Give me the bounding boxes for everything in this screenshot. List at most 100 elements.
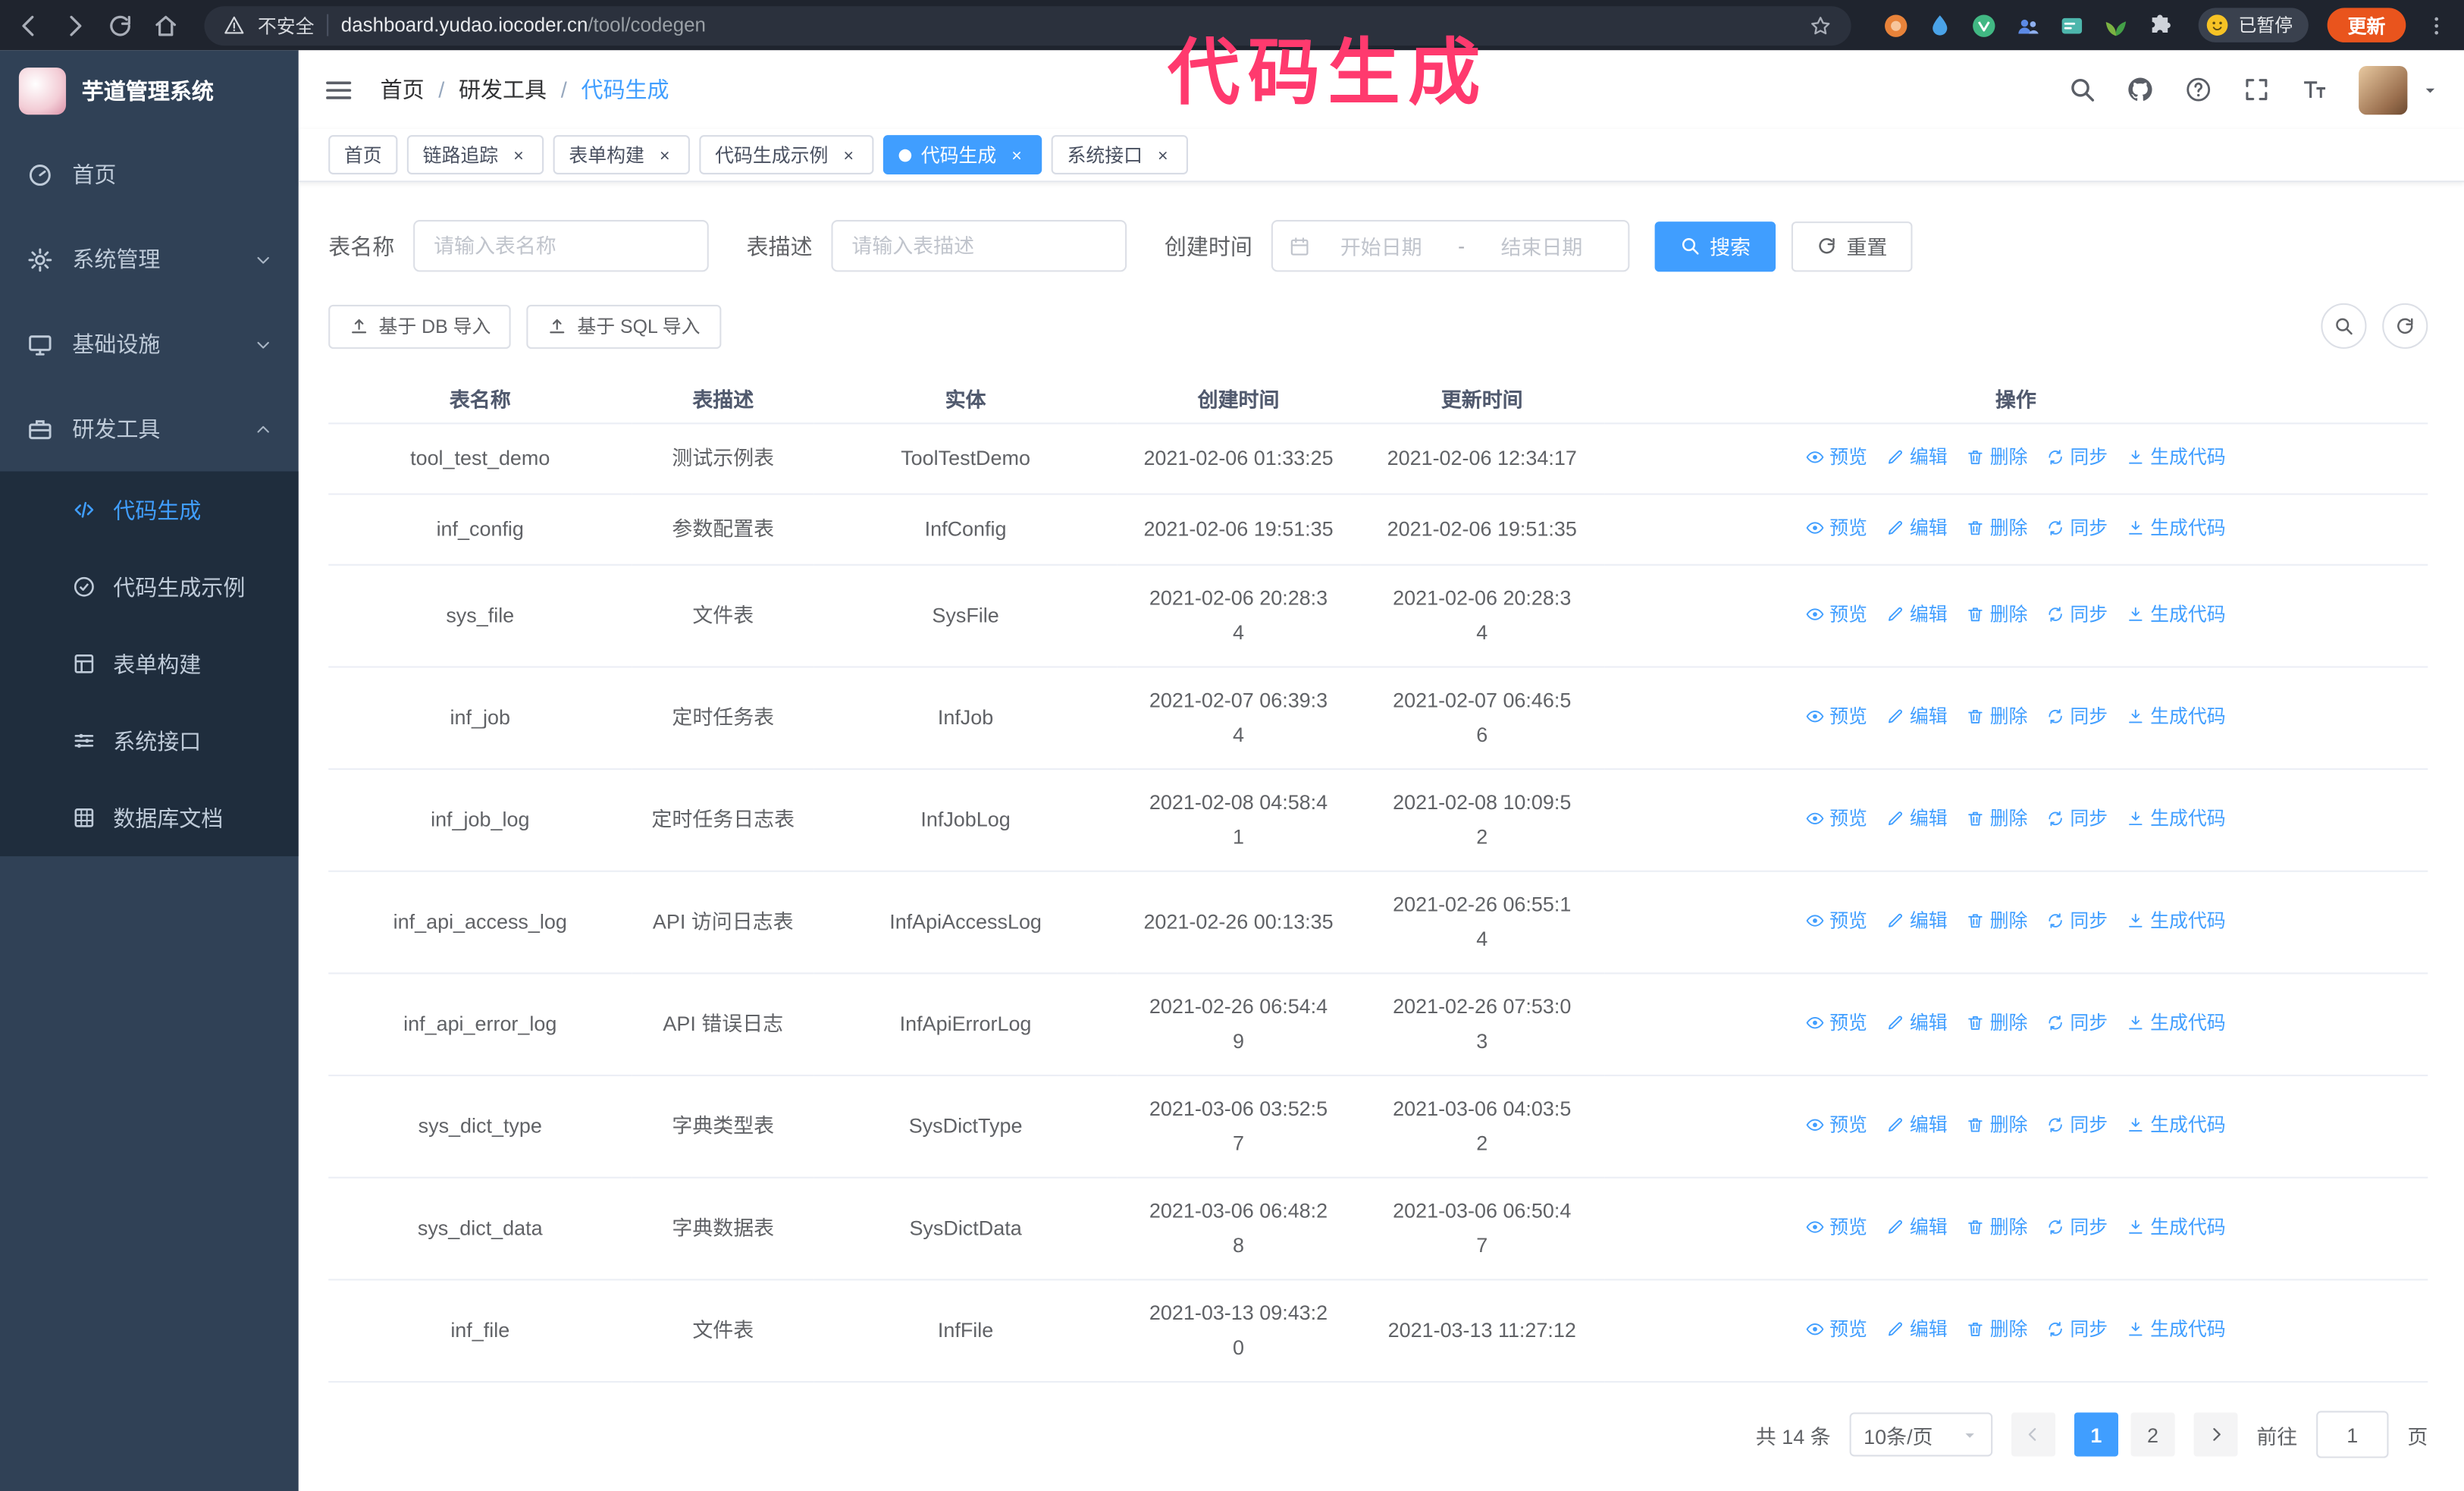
fullscreen-icon[interactable]: [2243, 75, 2271, 103]
profile-paused-badge[interactable]: 已暂停: [2199, 8, 2309, 42]
tab-codegen[interactable]: 代码生成: [882, 135, 1042, 174]
generate-code-link[interactable]: 生成代码: [2127, 903, 2226, 938]
edit-link[interactable]: 编辑: [1886, 699, 1948, 734]
sync-link[interactable]: 同步: [2046, 1210, 2108, 1245]
search-button[interactable]: 搜索: [1654, 221, 1776, 272]
sync-link[interactable]: 同步: [2046, 802, 2108, 837]
generate-code-link[interactable]: 生成代码: [2127, 1312, 2226, 1347]
chrome-menu-icon[interactable]: [2425, 14, 2448, 37]
generate-code-link[interactable]: 生成代码: [2127, 1210, 2226, 1245]
sidebar-item-db-doc[interactable]: 数据库文档: [0, 780, 299, 857]
tab-system-api[interactable]: 系统接口: [1051, 135, 1189, 174]
sidebar-item-codegen[interactable]: 代码生成: [0, 472, 299, 549]
generate-code-link[interactable]: 生成代码: [2127, 597, 2226, 632]
close-tab-button[interactable]: [508, 145, 528, 165]
preview-link[interactable]: 预览: [1806, 699, 1867, 734]
tab-tracer[interactable]: 链路追踪: [406, 135, 544, 174]
import-db-button[interactable]: 基于 DB 导入: [328, 303, 512, 348]
preview-link[interactable]: 预览: [1806, 440, 1867, 475]
delete-link[interactable]: 删除: [1967, 597, 2027, 632]
close-tab-button[interactable]: [1006, 145, 1027, 165]
sync-link[interactable]: 同步: [2046, 440, 2108, 475]
preview-link[interactable]: 预览: [1806, 1006, 1867, 1041]
sync-link[interactable]: 同步: [2046, 903, 2108, 938]
close-tab-button[interactable]: [654, 145, 674, 165]
font-size-icon[interactable]: [2300, 75, 2328, 103]
reset-button[interactable]: 重置: [1791, 221, 1913, 272]
preview-link[interactable]: 预览: [1806, 510, 1867, 545]
delete-link[interactable]: 删除: [1967, 802, 2027, 837]
user-avatar[interactable]: [2359, 64, 2408, 115]
bookmark-star-icon[interactable]: [1810, 14, 1833, 37]
chrome-update-button[interactable]: 更新: [2327, 8, 2406, 42]
preview-link[interactable]: 预览: [1806, 802, 1867, 837]
sync-link[interactable]: 同步: [2046, 1108, 2108, 1143]
refresh-table-button[interactable]: [2382, 303, 2428, 349]
delete-link[interactable]: 删除: [1967, 440, 2027, 475]
delete-link[interactable]: 删除: [1967, 1210, 2027, 1245]
sidebar-toggle-icon[interactable]: [324, 74, 353, 104]
generate-code-link[interactable]: 生成代码: [2127, 802, 2226, 837]
page-size-select[interactable]: 10条/页: [1849, 1412, 1993, 1457]
extension-vue-icon[interactable]: [1971, 12, 1998, 39]
forward-icon[interactable]: [61, 12, 88, 39]
edit-link[interactable]: 编辑: [1886, 1006, 1948, 1041]
search-icon[interactable]: [2068, 75, 2096, 103]
next-page-button[interactable]: [2193, 1412, 2238, 1457]
sidebar-item-dev-tools[interactable]: 研发工具: [0, 387, 299, 472]
generate-code-link[interactable]: 生成代码: [2127, 1108, 2226, 1143]
sidebar-item-infrastructure[interactable]: 基础设施: [0, 302, 299, 387]
prev-page-button[interactable]: [2011, 1412, 2056, 1457]
close-tab-button[interactable]: [838, 145, 858, 165]
tab-codegen-example[interactable]: 代码生成示例: [699, 135, 874, 174]
import-sql-button[interactable]: 基于 SQL 导入: [527, 303, 721, 348]
github-icon[interactable]: [2126, 75, 2154, 103]
extension-drop-icon[interactable]: [1927, 12, 1954, 39]
extension-people-icon[interactable]: [2015, 12, 2042, 39]
edit-link[interactable]: 编辑: [1886, 440, 1948, 475]
edit-link[interactable]: 编辑: [1886, 1210, 1948, 1245]
extension-card-icon[interactable]: [2059, 12, 2086, 39]
goto-page-input[interactable]: [2316, 1411, 2389, 1458]
edit-link[interactable]: 编辑: [1886, 903, 1948, 938]
preview-link[interactable]: 预览: [1806, 1210, 1867, 1245]
delete-link[interactable]: 删除: [1967, 1006, 2027, 1041]
delete-link[interactable]: 删除: [1967, 1312, 2027, 1347]
table-name-input[interactable]: [413, 220, 709, 272]
tab-form-builder[interactable]: 表单构建: [553, 135, 691, 174]
sync-link[interactable]: 同步: [2046, 1312, 2108, 1347]
edit-link[interactable]: 编辑: [1886, 802, 1948, 837]
sidebar-item-system-manage[interactable]: 系统管理: [0, 217, 299, 302]
delete-link[interactable]: 删除: [1967, 699, 2027, 734]
page-button-1[interactable]: 1: [2074, 1412, 2118, 1457]
delete-link[interactable]: 删除: [1967, 903, 2027, 938]
tab-home[interactable]: 首页: [328, 135, 398, 174]
toggle-search-button[interactable]: [2321, 303, 2367, 349]
edit-link[interactable]: 编辑: [1886, 1108, 1948, 1143]
sidebar-item-codegen-example[interactable]: 代码生成示例: [0, 548, 299, 626]
generate-code-link[interactable]: 生成代码: [2127, 510, 2226, 545]
page-button-2[interactable]: 2: [2130, 1412, 2175, 1457]
preview-link[interactable]: 预览: [1806, 1108, 1867, 1143]
home-icon[interactable]: [152, 12, 179, 39]
extension-orange-icon[interactable]: [1883, 12, 1910, 39]
create-time-range-picker[interactable]: 开始日期 - 结束日期: [1271, 220, 1630, 272]
extensions-puzzle-icon[interactable]: [2147, 12, 2174, 39]
avatar-caret-down-icon[interactable]: [2422, 81, 2439, 99]
table-desc-input[interactable]: [831, 220, 1127, 272]
breadcrumb-dev-tools[interactable]: 研发工具: [459, 74, 547, 105]
generate-code-link[interactable]: 生成代码: [2127, 699, 2226, 734]
edit-link[interactable]: 编辑: [1886, 510, 1948, 545]
preview-link[interactable]: 预览: [1806, 1312, 1867, 1347]
generate-code-link[interactable]: 生成代码: [2127, 1006, 2226, 1041]
sidebar-item-form-builder[interactable]: 表单构建: [0, 626, 299, 703]
help-icon[interactable]: [2184, 75, 2212, 103]
edit-link[interactable]: 编辑: [1886, 597, 1948, 632]
reload-icon[interactable]: [107, 12, 133, 39]
address-bar[interactable]: 不安全 dashboard.yudao.iocoder.cn/tool/code…: [204, 5, 1852, 46]
preview-link[interactable]: 预览: [1806, 903, 1867, 938]
preview-link[interactable]: 预览: [1806, 597, 1867, 632]
close-tab-button[interactable]: [1152, 145, 1172, 165]
breadcrumb-home[interactable]: 首页: [381, 74, 425, 105]
extension-leaf-icon[interactable]: [2103, 12, 2130, 39]
